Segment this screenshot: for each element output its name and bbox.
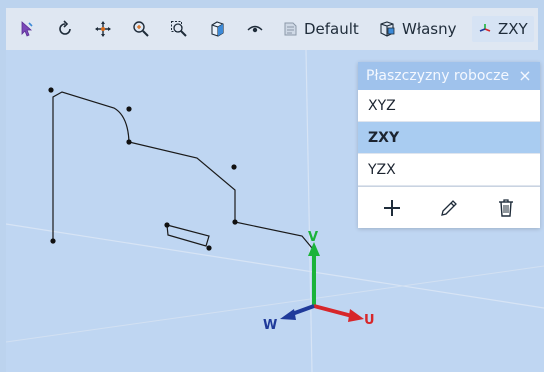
app-window: Default Własny ZXY V U W Płaszczyzny rob… xyxy=(0,0,544,372)
plane-axes-icon xyxy=(479,24,491,32)
visibility-button[interactable] xyxy=(242,16,268,42)
u-axis xyxy=(313,304,353,318)
working-plane-button[interactable]: ZXY xyxy=(472,16,534,42)
panel-title: Płaszczyzny robocze xyxy=(366,68,510,84)
zoom-window-icon xyxy=(171,21,187,37)
zoom-icon xyxy=(133,21,149,37)
u-axis-label: U xyxy=(364,313,375,328)
add-icon xyxy=(384,200,401,216)
sketch-point[interactable] xyxy=(231,164,237,170)
sketch-point[interactable] xyxy=(48,87,54,93)
panel-actions xyxy=(358,186,540,229)
visibility-icon xyxy=(247,25,263,33)
plane-item-label: XYZ xyxy=(368,97,396,114)
view-default-label: Default xyxy=(304,20,359,38)
delete-plane-button[interactable] xyxy=(489,193,523,223)
select-icon xyxy=(21,21,33,37)
plane-item-xyz[interactable]: XYZ xyxy=(358,90,540,122)
custom-view-icon xyxy=(380,21,395,37)
w-axis-arrow xyxy=(280,309,296,320)
u-axis-arrow xyxy=(348,309,364,322)
sketch-point[interactable] xyxy=(206,245,212,251)
add-plane-button[interactable] xyxy=(375,193,409,223)
sketch-point[interactable] xyxy=(232,219,238,225)
select-tool-button[interactable] xyxy=(14,16,40,42)
sketch-point[interactable] xyxy=(126,106,132,112)
working-planes-panel: Płaszczyzny robocze × XYZ ZXY YZX xyxy=(358,62,540,228)
zoom-tool-button[interactable] xyxy=(128,16,154,42)
grid-line xyxy=(6,223,544,309)
w-axis-label: W xyxy=(263,318,277,333)
sketch-point[interactable] xyxy=(50,238,56,244)
plane-item-label: ZXY xyxy=(368,129,400,146)
view-custom-button[interactable]: Własny xyxy=(372,16,463,42)
view-cube-icon xyxy=(211,21,224,37)
toolbar: Default Własny ZXY xyxy=(6,8,538,50)
rotate-tool-button[interactable] xyxy=(52,16,78,42)
pan-tool-button[interactable] xyxy=(90,16,116,42)
grid-line xyxy=(305,50,313,372)
view-cube-button[interactable] xyxy=(204,16,230,42)
view-custom-label: Własny xyxy=(402,20,457,38)
panel-header: Płaszczyzny robocze × xyxy=(358,62,540,90)
working-plane-label: ZXY xyxy=(498,20,528,38)
edit-icon xyxy=(441,200,457,216)
plane-item-zxy[interactable]: ZXY xyxy=(358,122,540,154)
sketch-point[interactable] xyxy=(164,222,170,228)
plane-item-yzx[interactable]: YZX xyxy=(358,154,540,186)
pan-icon xyxy=(95,21,111,37)
axes-gizmo: V U W xyxy=(263,230,375,333)
plane-item-label: YZX xyxy=(368,161,396,178)
v-axis-label: V xyxy=(308,230,318,245)
zoom-window-tool-button[interactable] xyxy=(166,16,192,42)
close-icon[interactable]: × xyxy=(516,65,534,85)
rotate-icon xyxy=(59,20,71,35)
sketch-geometry[interactable] xyxy=(52,91,313,249)
edit-plane-button[interactable] xyxy=(432,193,466,223)
document-view-icon xyxy=(284,22,297,36)
view-default-button[interactable]: Default xyxy=(276,16,365,42)
sketch-point[interactable] xyxy=(126,139,132,145)
delete-icon xyxy=(498,199,513,217)
